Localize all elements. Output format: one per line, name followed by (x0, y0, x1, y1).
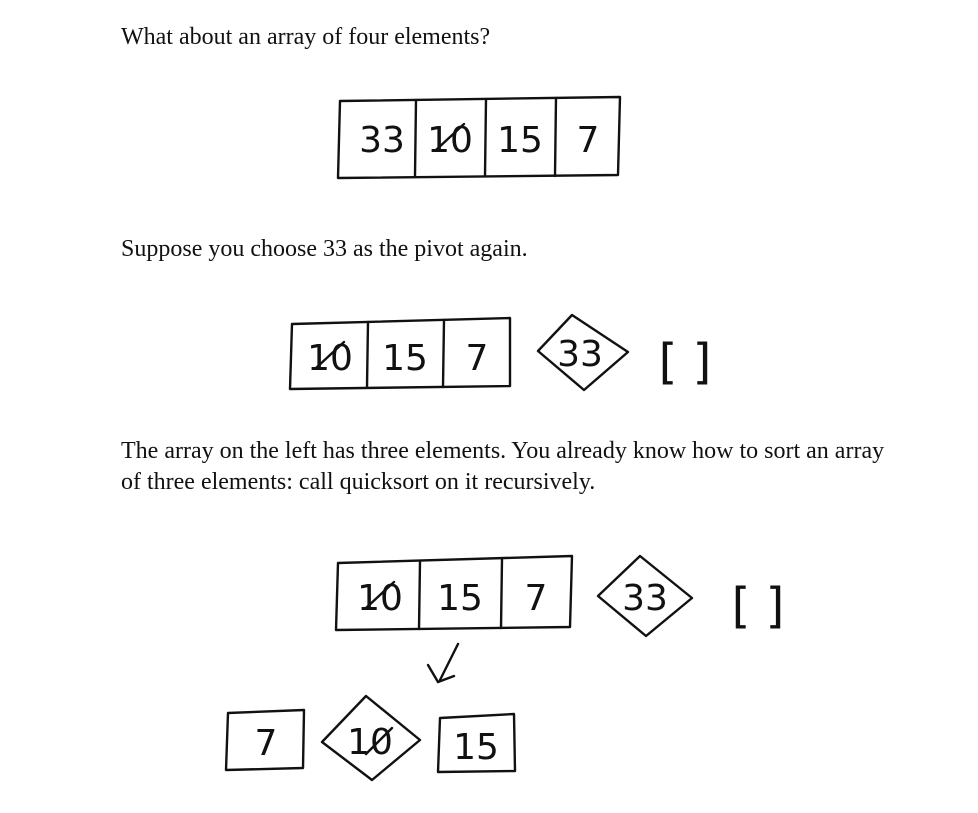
array-divider (413, 98, 418, 178)
figure-four-element-array: 33 10 15 7 (336, 95, 622, 180)
array-cell-value: 7 (466, 338, 489, 379)
pivot-value: 33 (622, 578, 668, 619)
array-cell-value: 7 (577, 120, 600, 161)
empty-right-array: [ ] (732, 578, 785, 634)
array-cell-value: 33 (359, 120, 405, 161)
sub-pivot-value: 10 (347, 722, 393, 763)
array-cell-value: 10 (427, 120, 473, 161)
down-arrow-shaft (438, 642, 460, 682)
empty-right-array: [ ] (659, 334, 712, 390)
array-divider (499, 557, 504, 630)
array-cell-value: 15 (437, 578, 483, 619)
quicksort-illustration: 33 10 15 7 10 15 7 33 [ ] 10 15 7 33 [ ]… (224, 95, 785, 782)
array-divider (441, 318, 446, 389)
figure-recursive-sort: 10 15 7 33 [ ] 7 10 15 (224, 554, 785, 782)
pivot-value: 33 (557, 334, 603, 375)
figure-partition: 10 15 7 33 [ ] (288, 313, 712, 392)
array-cell-value: 10 (307, 338, 353, 379)
array-divider (553, 96, 558, 178)
array-cell-value: 7 (525, 578, 548, 619)
array-cell-value: 15 (382, 338, 428, 379)
array-cell-value: 15 (497, 120, 543, 161)
array-divider (365, 320, 370, 389)
sub-left-value: 7 (255, 723, 278, 764)
array-divider (483, 97, 488, 178)
array-divider (417, 559, 422, 631)
sub-right-value: 15 (453, 727, 499, 768)
array-cell-value: 10 (357, 578, 403, 619)
